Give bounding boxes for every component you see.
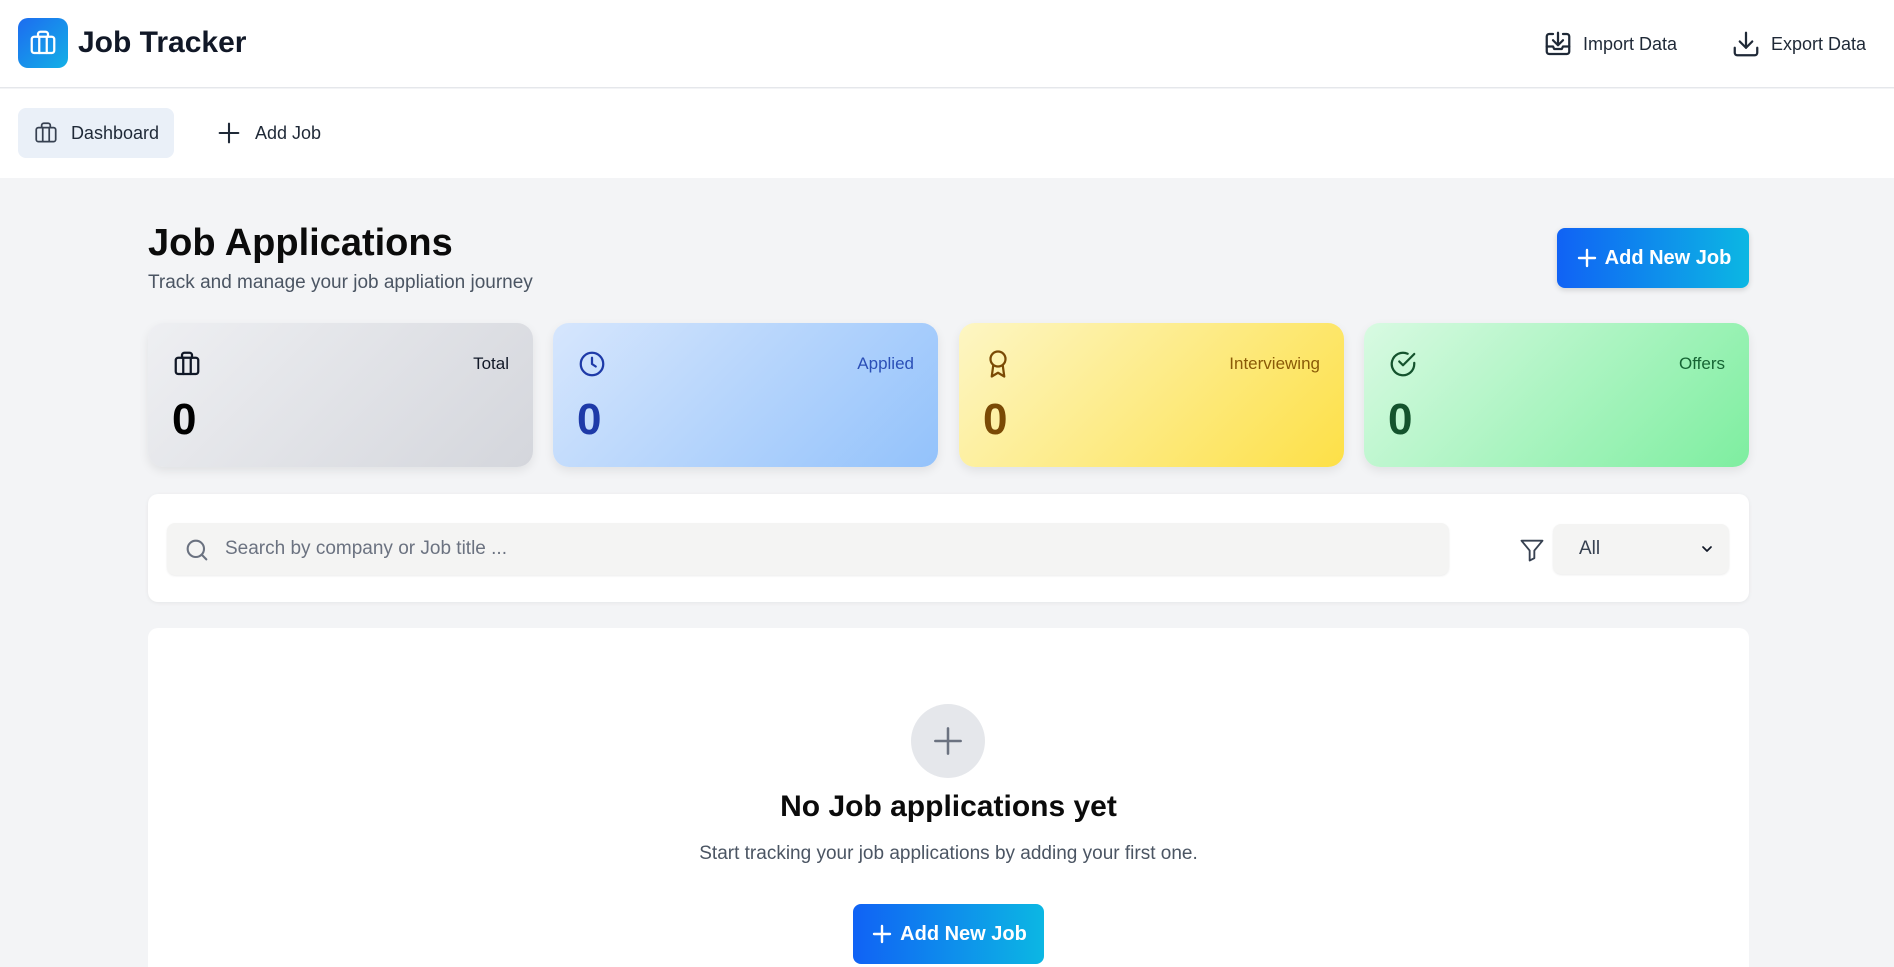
empty-state-button-label: Add New Job — [900, 922, 1027, 945]
import-data-label: Import Data — [1583, 33, 1678, 54]
search-input[interactable] — [225, 523, 1425, 575]
nav-item-dashboard[interactable]: Dashboard — [18, 108, 174, 158]
add-new-job-label: Add New Job — [1604, 246, 1732, 269]
plus-icon — [872, 924, 892, 944]
filter-icon — [1520, 539, 1544, 562]
empty-state-icon-circle — [911, 704, 985, 778]
stat-value: 0 — [577, 395, 602, 444]
stat-card-interviewing: Interviewing 0 — [959, 323, 1344, 467]
plus-icon — [218, 122, 240, 144]
app-header: Job Tracker Import Data Export Data — [0, 0, 1894, 88]
job-list-panel: No Job applications yet Start tracking y… — [148, 628, 1749, 967]
import-icon — [1545, 31, 1571, 56]
nav-item-label: Dashboard — [70, 122, 159, 143]
page-subtitle: Track and manage your job appliation jou… — [148, 272, 533, 293]
search-icon — [186, 539, 208, 561]
briefcase-icon — [35, 122, 57, 143]
stat-label: Offers — [1679, 354, 1725, 373]
search-box — [167, 523, 1449, 575]
export-data-label: Export Data — [1771, 33, 1867, 54]
stat-value: 0 — [983, 395, 1008, 444]
app-logo — [18, 18, 68, 68]
stat-label: Total — [473, 354, 509, 373]
export-data-button[interactable]: Export Data — [1731, 26, 1866, 62]
import-data-button[interactable]: Import Data — [1543, 26, 1677, 62]
stat-value: 0 — [172, 395, 197, 444]
download-icon — [1733, 31, 1759, 57]
empty-state-add-job-button[interactable]: Add New Job — [853, 904, 1044, 964]
stat-card-total: Total 0 — [148, 323, 533, 467]
briefcase-icon — [174, 351, 200, 376]
main-nav: Dashboard Add Job — [0, 89, 1894, 178]
briefcase-icon — [30, 30, 56, 55]
page-title: Job Applications — [148, 222, 453, 264]
status-filter-select[interactable]: All — [1553, 524, 1729, 574]
nav-item-label: Add Job — [255, 122, 322, 143]
stat-card-applied: Applied 0 — [553, 323, 938, 467]
check-circle-icon — [1390, 351, 1416, 377]
add-new-job-button[interactable]: Add New Job — [1557, 228, 1749, 288]
award-icon — [989, 350, 1007, 378]
stat-value: 0 — [1388, 395, 1413, 444]
nav-item-add-job[interactable]: Add Job — [200, 108, 336, 158]
chevron-down-icon — [1702, 546, 1712, 552]
stat-label: Interviewing — [1229, 354, 1320, 373]
empty-state-subtitle: Start tracking your job applications by … — [699, 843, 1198, 864]
plus-icon — [1577, 248, 1596, 268]
empty-state-title: No Job applications yet — [780, 790, 1117, 823]
clock-icon — [579, 351, 605, 377]
stat-card-offers: Offers 0 — [1364, 323, 1749, 467]
stat-label: Applied — [857, 354, 914, 373]
status-filter-value: All — [1579, 538, 1601, 559]
plus-icon — [934, 727, 962, 755]
app-title: Job Tracker — [78, 26, 247, 59]
filter-panel: All — [148, 494, 1749, 602]
